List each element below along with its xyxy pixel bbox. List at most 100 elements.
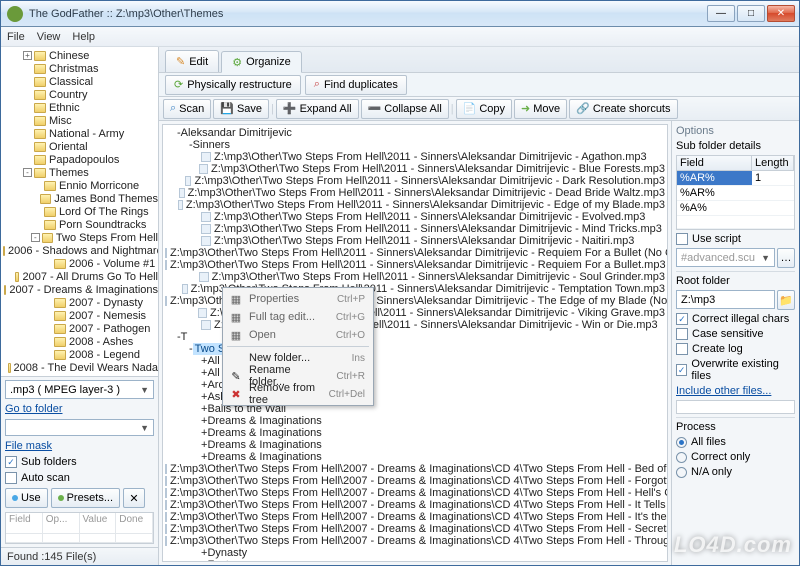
tree-node[interactable]: James Bond Themes — [3, 192, 158, 205]
subtab-restructure[interactable]: ⟳Physically restructure — [165, 75, 301, 95]
tree-node[interactable]: 2008 - Legend — [3, 348, 158, 361]
script-browse-button[interactable]: … — [777, 248, 795, 268]
tree-node[interactable]: Lord Of The Rings — [3, 205, 158, 218]
process-na-radio[interactable]: N/A only — [676, 466, 795, 478]
file-row[interactable]: +Dreams & Imaginations — [165, 415, 665, 427]
menu-view[interactable]: View — [37, 31, 61, 43]
collapse-button[interactable]: ➖Collapse All — [361, 99, 449, 119]
format-combo[interactable]: .mp3 ( MPEG layer-3 ) ▼ — [5, 380, 154, 399]
minimize-button[interactable]: — — [707, 5, 735, 22]
use-button[interactable]: Use — [5, 488, 48, 508]
copy-button[interactable]: 📄Copy — [456, 99, 512, 119]
create-log-checkbox[interactable]: Create log — [676, 343, 795, 355]
file-row[interactable]: +Dynasty — [165, 547, 665, 559]
process-correct-radio[interactable]: Correct only — [676, 451, 795, 463]
tree-node[interactable]: Ennio Morricone — [3, 179, 158, 192]
file-row[interactable]: Z:\mp3\Other\Two Steps From Hell\2011 - … — [165, 223, 665, 235]
file-row[interactable]: Z:\mp3\Other\Two Steps From Hell\2011 - … — [165, 247, 665, 259]
maximize-button[interactable]: □ — [737, 5, 765, 22]
tab-organize[interactable]: ⚙Organize — [221, 51, 302, 73]
file-row[interactable]: Z:\mp3\Other\Two Steps From Hell\2011 - … — [165, 235, 665, 247]
subfolder-label: Sub folder details — [676, 140, 795, 152]
subfolders-checkbox[interactable]: ✓Sub folders — [5, 456, 154, 468]
tree-node[interactable]: 2006 - Shadows and Nightmares — [3, 244, 158, 257]
script-combo[interactable]: #advanced.scu▼ — [676, 248, 775, 267]
tree-node[interactable]: Porn Soundtracks — [3, 218, 158, 231]
tree-node[interactable]: 2007 - Nemesis — [3, 309, 158, 322]
filter-grid[interactable]: FieldOp...ValueDone — [5, 512, 154, 544]
subfolder-table[interactable]: FieldLength %AR%1 %AR% %A% — [676, 155, 795, 230]
tree-node[interactable]: Country — [3, 88, 158, 101]
options-title: Options — [676, 125, 795, 137]
ctx-remove-from-tree[interactable]: ✖Remove from treeCtrl+Del — [225, 385, 371, 403]
file-row[interactable]: Z:\mp3\Other\Two Steps From Hell\2007 - … — [165, 463, 665, 475]
save-button[interactable]: 💾Save — [213, 99, 269, 119]
tree-node[interactable]: -Themes — [3, 166, 158, 179]
file-tree[interactable]: -Aleksandar Dimitrijevic-SinnersZ:\mp3\O… — [162, 124, 668, 562]
tree-node[interactable]: -Two Steps From Hell — [3, 231, 158, 244]
include-other-link[interactable]: Include other files... — [676, 385, 795, 397]
root-browse-button[interactable]: 📁 — [777, 290, 795, 310]
file-row[interactable]: Z:\mp3\Other\Two Steps From Hell\2011 - … — [165, 271, 665, 283]
tab-edit[interactable]: ✎Edit — [165, 50, 219, 72]
menu-help[interactable]: Help — [72, 31, 95, 43]
file-row[interactable]: Z:\mp3\Other\Two Steps From Hell\2011 - … — [165, 187, 665, 199]
file-mask-link[interactable]: File mask — [5, 440, 154, 452]
tree-node[interactable]: Ethnic — [3, 101, 158, 114]
tree-node[interactable]: 2006 - Volume #1 — [3, 257, 158, 270]
titlebar[interactable]: The GodFather :: Z:\mp3\Other\Themes — □… — [1, 1, 799, 27]
tree-node[interactable]: 2007 - Pathogen — [3, 322, 158, 335]
file-row[interactable]: Z:\mp3\Other\Two Steps From Hell\2011 - … — [165, 259, 665, 271]
tree-node[interactable]: Christmas — [3, 62, 158, 75]
use-script-checkbox[interactable]: Use script — [676, 233, 795, 245]
tree-node[interactable]: National - Army — [3, 127, 158, 140]
chevron-down-icon: ▼ — [140, 385, 149, 395]
presets-button[interactable]: Presets... — [51, 488, 120, 508]
folder-path-combo[interactable]: ▼ — [5, 419, 154, 436]
file-row[interactable]: Z:\mp3\Other\Two Steps From Hell\2007 - … — [165, 475, 665, 487]
file-row[interactable]: -Sinners — [165, 139, 665, 151]
root-folder-input[interactable]: Z:\mp3 — [676, 290, 775, 309]
file-row[interactable]: +Facton — [165, 559, 665, 562]
tree-node[interactable]: 2007 - All Drums Go To Hell — [3, 270, 158, 283]
go-to-folder-link[interactable]: Go to folder — [5, 403, 154, 415]
file-row[interactable]: Z:\mp3\Other\Two Steps From Hell\2011 - … — [165, 211, 665, 223]
subtab-duplicates[interactable]: ⌕Find duplicates — [305, 75, 407, 95]
tree-node[interactable]: Classical — [3, 75, 158, 88]
tree-node[interactable]: Misc — [3, 114, 158, 127]
case-sensitive-checkbox[interactable]: Case sensitive — [676, 328, 795, 340]
correct-chars-checkbox[interactable]: ✓Correct illegal chars — [676, 313, 795, 325]
close-button[interactable]: ✕ — [767, 5, 795, 22]
shortcuts-button[interactable]: 🔗Create shorcuts — [569, 99, 677, 119]
tree-node[interactable]: Papadopoulos — [3, 153, 158, 166]
autoscan-checkbox[interactable]: Auto scan — [5, 472, 154, 484]
expand-button[interactable]: ➕Expand All — [276, 99, 359, 119]
tree-node[interactable]: 2007 - Dynasty — [3, 296, 158, 309]
file-row[interactable]: +Dreams & Imaginations — [165, 451, 665, 463]
delete-button[interactable]: ✕ — [123, 488, 145, 508]
menu-file[interactable]: File — [7, 31, 25, 43]
process-all-radio[interactable]: All files — [676, 436, 795, 448]
file-row[interactable]: Z:\mp3\Other\Two Steps From Hell\2007 - … — [165, 523, 665, 535]
file-row[interactable]: +Dreams & Imaginations — [165, 427, 665, 439]
overwrite-checkbox[interactable]: ✓Overwrite existing files — [676, 358, 795, 382]
folder-tree[interactable]: +ChineseChristmasClassicalCountryEthnicM… — [1, 47, 158, 376]
file-row[interactable]: Z:\mp3\Other\Two Steps From Hell\2007 - … — [165, 511, 665, 523]
file-row[interactable]: Z:\mp3\Other\Two Steps From Hell\2007 - … — [165, 487, 665, 499]
include-input[interactable] — [676, 400, 795, 414]
file-row[interactable]: Z:\mp3\Other\Two Steps From Hell\2011 - … — [165, 175, 665, 187]
file-row[interactable]: +Dreams & Imaginations — [165, 439, 665, 451]
tree-node[interactable]: 2008 - The Devil Wears Nada — [3, 361, 158, 374]
tree-node[interactable]: Oriental — [3, 140, 158, 153]
file-row[interactable]: -Aleksandar Dimitrijevic — [165, 127, 665, 139]
file-row[interactable]: Z:\mp3\Other\Two Steps From Hell\2007 - … — [165, 499, 665, 511]
file-row[interactable]: Z:\mp3\Other\Two Steps From Hell\2011 - … — [165, 199, 665, 211]
file-row[interactable]: Z:\mp3\Other\Two Steps From Hell\2011 - … — [165, 163, 665, 175]
file-row[interactable]: Z:\mp3\Other\Two Steps From Hell\2011 - … — [165, 151, 665, 163]
file-row[interactable]: Z:\mp3\Other\Two Steps From Hell\2007 - … — [165, 535, 665, 547]
tree-node[interactable]: 2007 - Dreams & Imaginations — [3, 283, 158, 296]
tree-node[interactable]: 2008 - Ashes — [3, 335, 158, 348]
move-button[interactable]: ➜Move — [514, 99, 567, 119]
tree-node[interactable]: +Chinese — [3, 49, 158, 62]
scan-button[interactable]: ⌕Scan — [163, 99, 211, 119]
